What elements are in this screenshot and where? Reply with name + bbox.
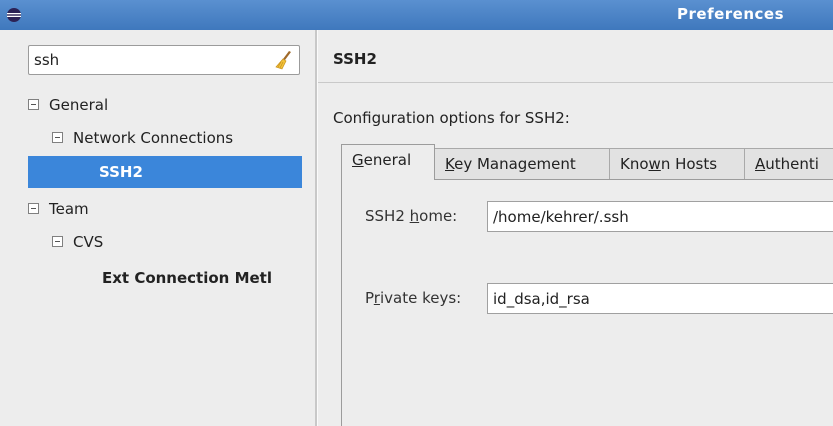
tree-item-label: CVS	[73, 233, 104, 251]
page-description: Configuration options for SSH2:	[333, 109, 570, 127]
tab-label-mnemonic: G	[352, 151, 364, 169]
label-mnemonic: h	[409, 207, 420, 225]
filter-input[interactable]	[34, 50, 264, 70]
label-pre: SSH2	[365, 207, 410, 225]
collapse-icon[interactable]	[28, 99, 39, 110]
tab-key-management[interactable]: Key Management	[434, 148, 610, 180]
title-separator	[318, 82, 833, 83]
private-keys-input[interactable]	[493, 289, 823, 309]
tab-known-hosts[interactable]: Known Hosts	[609, 148, 745, 180]
collapse-icon[interactable]	[28, 203, 39, 214]
tab-general[interactable]: General	[341, 144, 435, 180]
tree-item-team[interactable]: Team	[28, 193, 89, 225]
tab-strip: General Key Management Known Hosts Authe…	[341, 144, 833, 180]
label-pre: P	[365, 289, 374, 307]
label-post: ome:	[419, 207, 458, 225]
tab-label-mnemonic: A	[755, 155, 766, 173]
tree-item-label: Team	[49, 200, 89, 218]
window-title: Preferences	[677, 5, 785, 23]
tab-label-mnemonic: K	[445, 155, 455, 173]
ssh2-home-label: SSH2 home:	[365, 207, 457, 225]
filter-field[interactable]	[28, 45, 300, 75]
tab-label-pre: Kno	[620, 155, 649, 173]
page-title: SSH2	[333, 50, 377, 68]
tree-item-cvs[interactable]: CVS	[52, 226, 103, 258]
tab-authentication[interactable]: Authenti	[744, 148, 833, 180]
tab-label-post: uthenti	[765, 155, 819, 173]
tab-label-post: n Hosts	[660, 155, 718, 173]
pane-splitter[interactable]	[315, 30, 318, 426]
tree-item-ssh2[interactable]: SSH2	[28, 156, 302, 188]
tab-label-mnemonic: w	[648, 155, 661, 173]
collapse-icon[interactable]	[52, 236, 63, 247]
tree-item-ext-connection[interactable]: Ext Connection Metl	[102, 262, 302, 294]
collapse-icon[interactable]	[52, 132, 63, 143]
eclipse-app-icon[interactable]	[7, 8, 21, 22]
tab-label-post: ey Management	[454, 155, 576, 173]
clear-filter-icon[interactable]	[275, 50, 293, 70]
tree-item-label: General	[49, 96, 109, 114]
ssh2-home-input[interactable]	[493, 207, 823, 227]
ssh2-home-field[interactable]	[487, 201, 833, 232]
tree-item-network-connections[interactable]: Network Connections	[52, 122, 233, 154]
window-titlebar[interactable]: Preferences	[0, 0, 833, 30]
preference-tree-pane: General Network Connections SSH2 Team CV…	[0, 30, 315, 426]
tab-label-post: eneral	[363, 151, 412, 169]
private-keys-field[interactable]	[487, 283, 833, 314]
tree-item-general[interactable]: General	[28, 89, 108, 121]
tree-item-label: Ext Connection Metl	[102, 269, 272, 287]
tree-item-label: Network Connections	[73, 129, 234, 147]
label-post: ivate keys:	[379, 289, 462, 307]
private-keys-label: Private keys:	[365, 289, 461, 307]
tree-item-label: SSH2	[99, 163, 143, 181]
